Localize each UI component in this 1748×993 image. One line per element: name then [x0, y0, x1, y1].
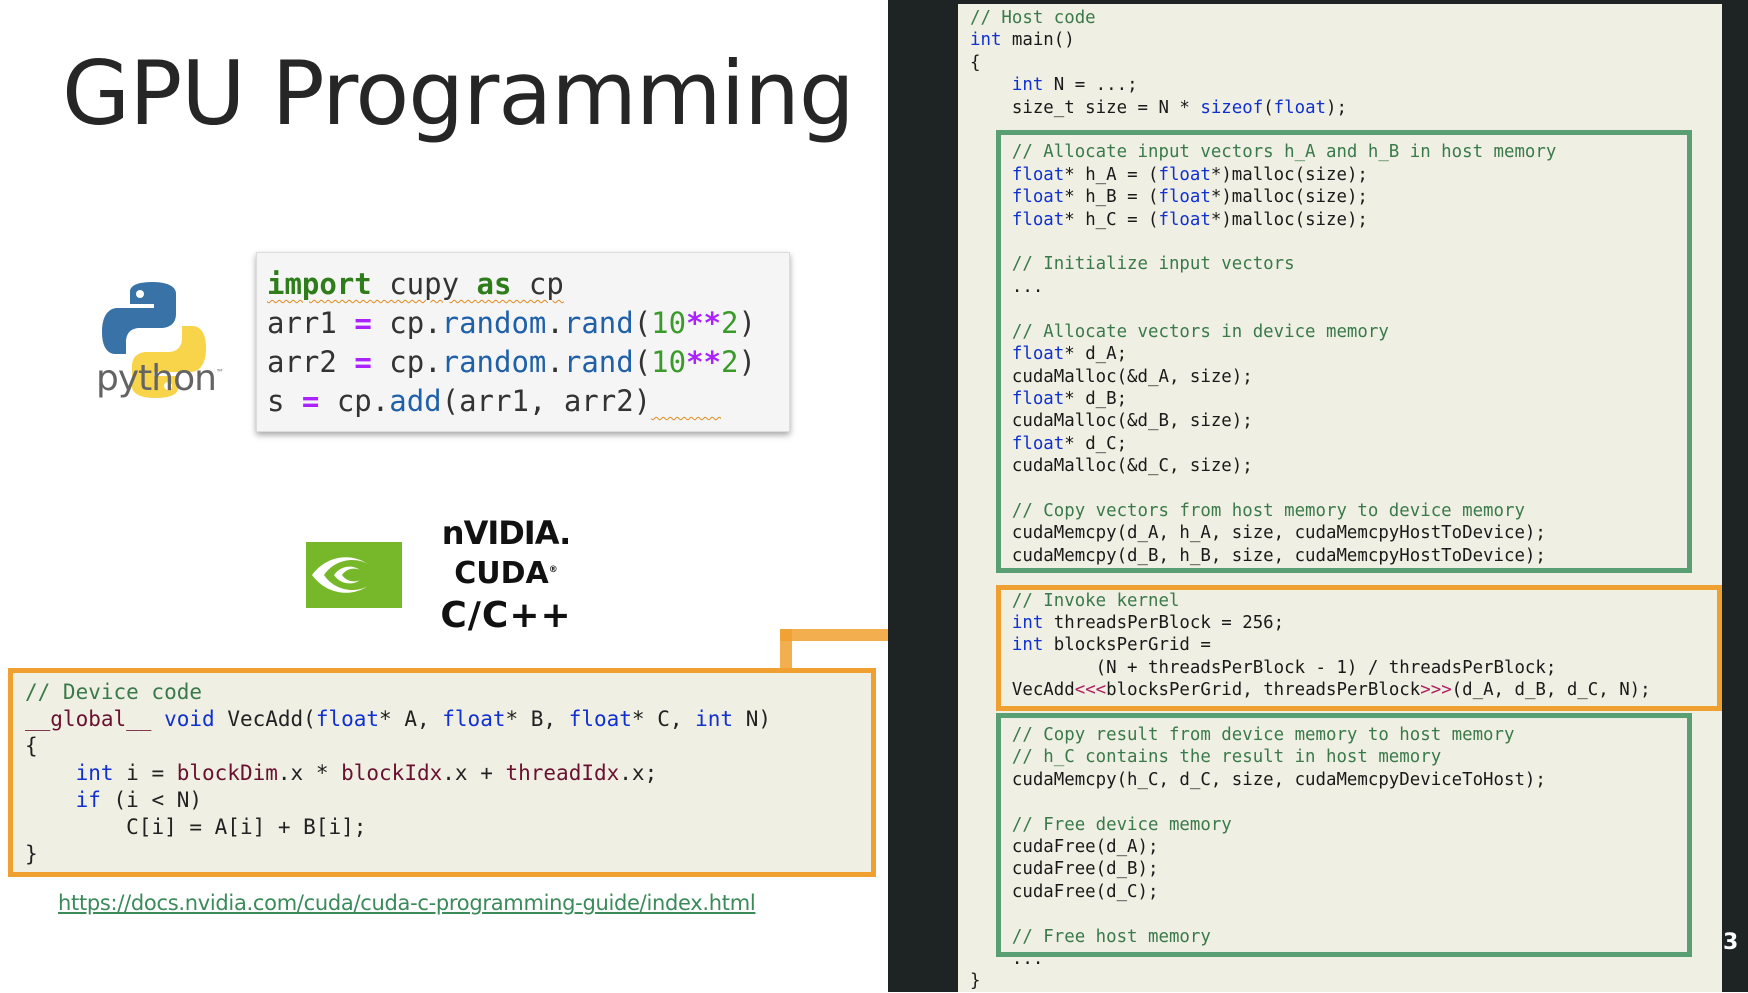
kernel-launch-highlight	[996, 585, 1722, 711]
device-code-block: // Device code __global__ void VecAdd(fl…	[8, 668, 876, 877]
page-number: 3	[1723, 930, 1739, 955]
slide-title: GPU Programming	[62, 42, 855, 145]
result-free-highlight	[996, 713, 1692, 957]
nvidia-eye-icon	[306, 542, 402, 608]
cuda-guide-link[interactable]: https://docs.nvidia.com/cuda/cuda-c-prog…	[58, 891, 756, 915]
nvidia-cuda-logo: nVIDIA. CUDA® C/C++	[286, 480, 598, 650]
cupy-code-block: import cupy as cp arr1 = cp.random.rand(…	[256, 252, 790, 432]
connector-line-vertical	[780, 629, 792, 669]
slide-left-pane: GPU Programming python™ import cupy as c…	[0, 0, 1004, 992]
nvidia-wordmark: nVIDIA. CUDA® C/C++	[440, 514, 572, 636]
python-wordmark: python™	[96, 358, 224, 399]
host-alloc-highlight	[996, 130, 1692, 573]
